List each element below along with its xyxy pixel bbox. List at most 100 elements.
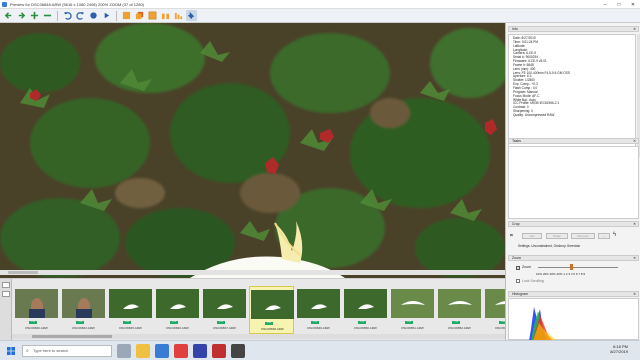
zoom-checkbox[interactable]: ✓ [516,266,520,270]
windows-start-button[interactable] [4,344,18,358]
crop-get-button[interactable]: Get [522,233,542,239]
crop-remove-button[interactable]: Remove [571,233,595,239]
pin-icon[interactable] [186,10,197,21]
crop-settings-text: Settings: Unconstrained, Gridcrop Greenb… [518,244,581,248]
thumbnail-caption: DSC06847.ARW [213,326,236,330]
app-icon-red[interactable] [212,343,226,358]
filmstrip-thumbnail[interactable]: 1.00 DSC06848.ARW [249,286,294,334]
remove-icon[interactable] [42,10,53,21]
thumbnail-image [391,289,434,318]
bar-icon[interactable] [173,10,184,21]
tasks-panel-header[interactable]: Tasks ✕ [508,138,639,144]
filmstrip-thumbnail[interactable]: 1.00 DSC06845.ARW [108,286,153,334]
thumbnail-caption: DSC06848.ARW [261,327,284,331]
compare-icon[interactable] [160,10,171,21]
crop-more-button[interactable]: ... [598,233,610,239]
color-icon[interactable] [88,10,99,21]
thumbnail-badge: 1.00 [29,321,37,324]
thumbnail-image [297,289,340,318]
filmstrip-thumbnail[interactable]: 1.00 DSC06846.ARW [155,286,200,334]
viewer-horizontal-scrollbar[interactable] [0,270,505,275]
add-icon[interactable] [29,10,40,21]
image-viewer[interactable] [0,23,505,278]
thumbnail-image [109,289,152,318]
filmstrip-scrollbar[interactable] [12,334,505,339]
app-icon [2,2,7,7]
prev-arrow-icon[interactable] [3,10,14,21]
thumbnail-image [15,289,58,318]
lightning-icon[interactable]: ϟ [613,232,616,238]
copy-icon[interactable] [134,10,145,21]
histogram-panel-header[interactable]: Histogram ✕ [508,291,639,297]
histogram-panel [508,298,639,341]
edge-browser-icon[interactable] [155,343,169,358]
thumbnail-image [156,289,199,318]
preview-image [0,23,505,278]
thumbnail-badge: 1.00 [452,321,460,324]
minimize-button[interactable]: – [598,0,612,9]
title-bar: Preview for DSC06848.ARW (5616 x 1080 24… [0,0,640,9]
info-line: Quality: Uncompressed RAW [513,112,555,117]
thumbnail-caption: DSC06850.ARW [354,326,377,330]
search-icon: ⌕ [26,347,29,354]
info-panel-header[interactable]: Info ✕ [508,26,639,32]
crop-paste-button[interactable]: Paste [546,233,568,239]
rotate-left-icon[interactable] [62,10,73,21]
image-icon[interactable] [121,10,132,21]
close-button[interactable]: ✕ [626,0,640,9]
filmstrip-controls[interactable] [0,279,12,341]
lock-scrolling-checkbox[interactable] [516,279,520,283]
histogram-chart [529,307,557,341]
toolbar [0,9,640,23]
task-view-icon[interactable] [117,343,131,358]
system-clock[interactable]: 6:18 PM 8/27/2019 [610,344,628,354]
thumbnail-caption: DSC06852.ARW [448,326,471,330]
filmstrip: 1.00 DSC06846.ARW 1.00 DSC06843.ARW 1.00 DSC0… [0,278,528,341]
photo-mechanic-icon[interactable] [231,343,245,358]
crop-icon[interactable]: ⌗ [510,233,516,239]
thumbnail-image [62,289,105,318]
zoom-slider-track[interactable] [538,267,618,268]
search-placeholder: Type here to search [33,348,69,353]
thumbnail-caption: DSC06846.ARW [166,326,189,330]
filmstrip-thumbnail[interactable]: 1.00 DSC06850.ARW [343,286,388,334]
right-panel: Info ✕ Date: 8/27/2019 Time: 3:01:24 PM Lat… [505,23,640,341]
tasks-panel [508,146,639,219]
clock-date: 8/27/2019 [610,349,628,354]
thumbnail-image [344,289,387,318]
thumbnail-caption: DSC06845.ARW [119,326,142,330]
zoom-panel-header[interactable]: Zoom ✕ [508,255,639,261]
filmstrip-thumbnail[interactable]: 1.00 DSC06852.ARW [437,286,482,334]
thumbnail-badge: 1.00 [123,321,131,324]
zoom-panel: ✓ Zoom 10% 20% 30% 40% 1 2 3 4 5 6 7 8 9… [508,264,639,284]
thumbnail-caption: DSC06851.ARW [401,326,424,330]
thumbnail-badge: 1.00 [358,321,366,324]
filmstrip-thumbnail[interactable]: 1.00 DSC06846.ARW [14,286,59,334]
thumbnail-badge: 1.00 [405,321,413,324]
thumbnail-caption: DSC06849.ARW [307,326,330,330]
maximize-button[interactable]: □ [612,0,626,9]
rotate-right-icon[interactable] [75,10,86,21]
grid-icon[interactable] [147,10,158,21]
filmstrip-thumbnail[interactable]: 1.00 DSC06849.ARW [296,286,341,334]
thumbnail-badge: 1.00 [217,321,225,324]
thumbnail-caption: DSC06846.ARW [25,326,48,330]
chrome-browser-icon[interactable] [174,343,188,358]
crop-panel: ⌗ Get Paste Remove ... ϟ Settings: Uncon… [508,227,639,252]
filmstrip-thumbnail[interactable]: 1.00 DSC06843.ARW [61,286,106,334]
filmstrip-thumbnail[interactable]: 1.00 DSC06851.ARW [390,286,435,334]
zoom-checkbox-label: Zoom [522,265,531,269]
play-icon[interactable] [101,10,112,21]
windows-taskbar: ⌕ Type here to search 6:18 PM 8/27/2019 [0,340,640,360]
filmstrip-thumbnail[interactable]: 1.00 DSC06847.ARW [202,286,247,334]
taskbar-search-box[interactable]: ⌕ Type here to search [22,344,112,357]
windows-logo-icon [7,346,15,355]
file-explorer-icon[interactable] [136,343,150,358]
thumbnail-image [438,289,481,318]
zoom-slider-thumb[interactable] [570,264,573,270]
thumbnail-image [203,289,246,318]
photo-app-icon[interactable] [193,343,207,358]
zoom-ticks: 10% 20% 30% 40% 1 2 3 4 5 6 7 8 9 [536,272,586,276]
next-arrow-icon[interactable] [16,10,27,21]
thumbnail-image [251,290,294,319]
